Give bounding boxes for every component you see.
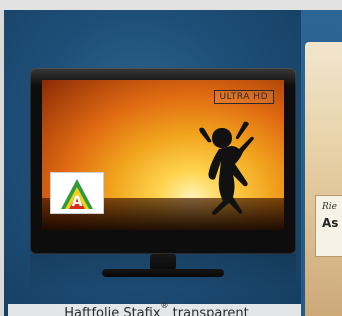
caption-bar: Haftfolie Stafix® transparent bbox=[8, 302, 301, 316]
box-label-small-text: Rie bbox=[322, 202, 337, 212]
caption-suffix: transparent bbox=[168, 306, 249, 316]
hero-panel: ULTRA HD A Haftfolie Stafix® transparent bbox=[4, 10, 301, 316]
caption-text: Haftfolie Stafix® transparent bbox=[8, 302, 301, 316]
caption-prefix: Haftfolie Stafix bbox=[64, 306, 161, 316]
box-label: Rie As bbox=[315, 195, 342, 257]
tv: ULTRA HD A bbox=[30, 68, 296, 277]
adjacent-panel: Rie As bbox=[301, 10, 342, 316]
energy-label-badge: A bbox=[50, 172, 104, 214]
caption-registered-mark: ® bbox=[160, 301, 169, 311]
box-label-big-text: As bbox=[322, 216, 339, 230]
top-strip bbox=[0, 0, 342, 10]
energy-label-icon: A bbox=[61, 179, 93, 210]
tv-reflection bbox=[30, 254, 296, 290]
ultra-hd-label: ULTRA HD bbox=[213, 90, 274, 104]
dancer-silhouette bbox=[199, 121, 254, 215]
energy-letter: A bbox=[72, 194, 83, 210]
cardboard-box bbox=[305, 42, 342, 316]
tv-screen: ULTRA HD A bbox=[42, 80, 284, 230]
